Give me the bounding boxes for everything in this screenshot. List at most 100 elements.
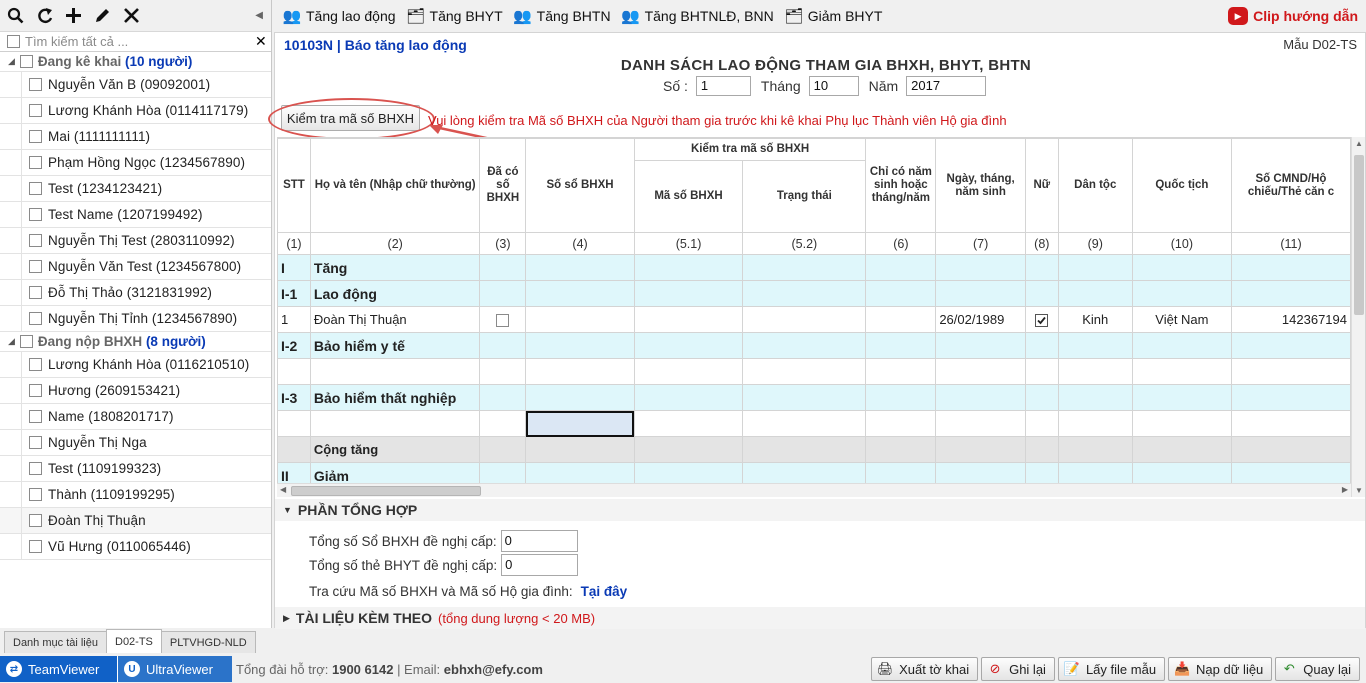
lay-file-mau-button[interactable]: 📝 Lấy file mẫu: [1057, 657, 1166, 681]
row-checkbox[interactable]: [28, 104, 42, 117]
cell[interactable]: [525, 306, 635, 333]
cell[interactable]: [935, 254, 1026, 281]
row-checkbox[interactable]: [28, 462, 42, 475]
row-checkbox[interactable]: [28, 286, 42, 299]
cell[interactable]: [1024, 384, 1059, 411]
cell[interactable]: [525, 358, 635, 385]
tang-lao-dong-button[interactable]: 👥 Tăng lao động: [282, 7, 404, 25]
cell[interactable]: [1024, 332, 1059, 359]
cell[interactable]: [479, 384, 527, 411]
nap-du-lieu-button[interactable]: 📥 Nạp dữ liệu: [1168, 657, 1273, 681]
cell[interactable]: [633, 358, 744, 385]
cell[interactable]: [742, 306, 867, 333]
cell[interactable]: [1230, 410, 1351, 437]
col-header-cmnd[interactable]: Số CMND/Hộ chiếu/Thẻ căn c: [1230, 138, 1351, 233]
so-input[interactable]: 1: [695, 76, 751, 96]
cell[interactable]: [525, 384, 635, 411]
cell[interactable]: [935, 462, 1026, 483]
edit-icon[interactable]: [93, 6, 112, 25]
row-checkbox[interactable]: [28, 234, 42, 247]
search-icon[interactable]: [6, 6, 25, 25]
cell[interactable]: [1057, 358, 1133, 385]
cell[interactable]: [865, 384, 937, 411]
list-item[interactable]: Nguyễn Văn B (09092001): [0, 72, 271, 98]
section-row[interactable]: I Tăng: [277, 254, 1351, 281]
row-checkbox[interactable]: [28, 384, 42, 397]
row-checkbox[interactable]: [28, 358, 42, 371]
cell[interactable]: [525, 280, 635, 307]
total-the-input[interactable]: 0: [501, 554, 579, 576]
cell[interactable]: [309, 410, 481, 437]
list-item[interactable]: Vũ Hưng (0110065446): [0, 534, 271, 560]
cell[interactable]: [277, 410, 311, 437]
col-header-ho-ten[interactable]: Họ và tên (Nhập chữ thường): [309, 138, 481, 233]
scroll-left-icon[interactable]: ◀: [280, 485, 286, 494]
list-item[interactable]: Nguyễn Văn Test (1234567800): [0, 254, 271, 280]
cell[interactable]: [1057, 410, 1133, 437]
col-header-ngay-sinh[interactable]: Ngày, tháng, năm sinh: [935, 138, 1026, 233]
cell[interactable]: [1131, 462, 1232, 483]
cell-name[interactable]: Đoàn Thị Thuận: [309, 306, 481, 333]
list-item[interactable]: Phạm Hồng Ngọc (1234567890): [0, 150, 271, 176]
giam-bhyt-button[interactable]: 🗂 Giảm BHYT: [784, 7, 891, 25]
cell[interactable]: [1057, 254, 1133, 281]
kiem-tra-ma-so-bhxh-button[interactable]: Kiểm tra mã số BHXH: [281, 105, 420, 131]
close-icon[interactable]: [122, 6, 141, 25]
cell[interactable]: [1230, 332, 1351, 359]
cell-da-co-so[interactable]: [479, 306, 527, 333]
col-header-nu[interactable]: Nữ: [1024, 138, 1059, 233]
cell[interactable]: [1024, 254, 1059, 281]
list-item[interactable]: Test (1109199323): [0, 456, 271, 482]
cell[interactable]: [742, 410, 867, 437]
cell[interactable]: [633, 254, 744, 281]
teamviewer-button[interactable]: ⇄ TeamViewer: [0, 656, 117, 682]
cell[interactable]: [1230, 462, 1351, 483]
horizontal-scrollbar[interactable]: ◀ ▶: [277, 483, 1351, 497]
col-header-so-so[interactable]: Số sổ BHXH: [525, 138, 635, 233]
cell[interactable]: [1230, 384, 1351, 411]
cell[interactable]: [1131, 384, 1232, 411]
cell[interactable]: [865, 306, 937, 333]
col-header-quoc-tich[interactable]: Quốc tịch: [1131, 138, 1232, 233]
col-header-da-co-so[interactable]: Đã có số BHXH: [479, 138, 527, 233]
cell-nu[interactable]: [1024, 306, 1059, 333]
list-item[interactable]: Lương Khánh Hòa (0114117179): [0, 98, 271, 124]
cell[interactable]: [309, 358, 481, 385]
list-item[interactable]: Lương Khánh Hòa (0116210510): [0, 352, 271, 378]
scroll-thumb[interactable]: [1354, 155, 1364, 315]
summary-section-header[interactable]: ▼ PHẦN TỔNG HỢP: [275, 499, 1365, 521]
cell[interactable]: [1024, 358, 1059, 385]
row-checkbox[interactable]: [28, 130, 42, 143]
cell[interactable]: [633, 306, 744, 333]
vertical-scrollbar[interactable]: ▲ ▼: [1351, 137, 1365, 497]
scroll-right-icon[interactable]: ▶: [1342, 485, 1348, 494]
cell-cmnd[interactable]: 142367194: [1230, 306, 1351, 333]
list-item[interactable]: Test (1234123421): [0, 176, 271, 202]
row-checkbox[interactable]: [28, 78, 42, 91]
list-item[interactable]: Nguyễn Thị Tỉnh (1234567890): [0, 306, 271, 332]
cell[interactable]: [633, 410, 744, 437]
row-checkbox[interactable]: [28, 312, 42, 325]
cell[interactable]: [1131, 280, 1232, 307]
quay-lai-button[interactable]: ↶ Quay lại: [1275, 657, 1360, 681]
row-checkbox[interactable]: [28, 182, 42, 195]
cell[interactable]: [525, 332, 635, 359]
clip-huong-dan-button[interactable]: ▶ Clip hướng dẫn: [1228, 7, 1358, 25]
cell[interactable]: [742, 384, 867, 411]
ghi-lai-button[interactable]: ⊘ Ghi lại: [981, 657, 1055, 681]
list-item[interactable]: Thành (1109199295): [0, 482, 271, 508]
section-row[interactable]: I-2 Bảo hiểm y tế: [277, 332, 1351, 359]
cell[interactable]: [1131, 358, 1232, 385]
cell[interactable]: [277, 358, 311, 385]
cell[interactable]: [1230, 280, 1351, 307]
cell[interactable]: [742, 358, 867, 385]
group-dang-ke-khai[interactable]: ◢ Đang kê khai (10 người): [0, 52, 271, 72]
cell[interactable]: [1131, 254, 1232, 281]
ultraviewer-button[interactable]: U UltraViewer: [117, 656, 232, 682]
row-checkbox[interactable]: [28, 540, 42, 553]
cell[interactable]: [479, 462, 527, 483]
cell[interactable]: [1024, 410, 1059, 437]
section-row[interactable]: I-1 Lao động: [277, 280, 1351, 307]
cell[interactable]: [479, 254, 527, 281]
add-icon[interactable]: [64, 6, 83, 25]
